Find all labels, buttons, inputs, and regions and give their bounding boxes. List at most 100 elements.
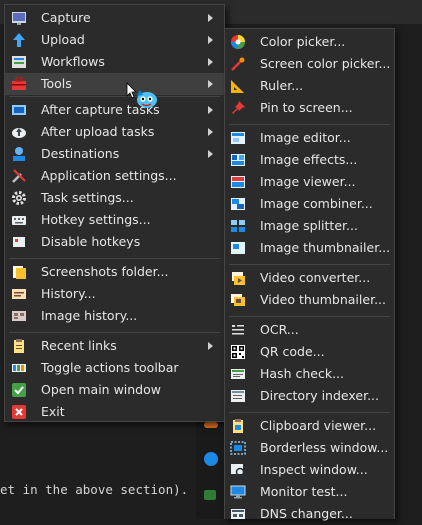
capture-icon [12,12,26,25]
image-history-icon [12,311,26,321]
menu-item-recent-links[interactable]: Recent links [5,335,224,357]
workflows-icon [12,56,26,68]
menu-item-label: Pin to screen... [260,100,353,115]
menu-item-toggle-actions-toolbar[interactable]: Toggle actions toolbar [5,357,224,379]
image-thumbnailer-icon [231,242,245,254]
image-editor-icon [231,132,245,144]
menu-item-ruler[interactable]: Ruler... [225,75,394,97]
menu-item-label: Image splitter... [260,218,358,233]
menu-item-workflows[interactable]: Workflows [5,51,224,73]
video-converter-icon [232,272,245,285]
menu-item-after-capture-tasks[interactable]: After capture tasks [5,99,224,121]
tray-area [196,420,226,519]
menu-item-label: Exit [41,404,65,419]
menu-item-label: Screen color picker... [260,56,391,71]
after-capture-icon [12,105,26,115]
menu-separator [229,124,390,125]
menu-item-label: DNS changer... [260,506,353,521]
folder-icon [13,266,26,279]
nvidia-icon[interactable] [204,490,216,500]
menu-item-upload[interactable]: Upload [5,29,224,51]
menu-item-history[interactable]: History... [5,283,224,305]
menu-item-label: Hotkey settings... [41,212,151,227]
submenu-arrow-icon [208,150,213,158]
menu-item-label: Clipboard viewer... [260,418,377,433]
qr-code-icon [231,345,245,359]
menu-item-capture[interactable]: Capture [5,7,224,29]
checkmark-icon [12,383,26,397]
image-effects-icon [231,154,245,166]
menu-item-pin-to-screen[interactable]: Pin to screen... [225,97,394,119]
menu-item-task-settings[interactable]: Task settings... [5,187,224,209]
menu-item-destinations[interactable]: Destinations [5,143,224,165]
menu-item-hash-check[interactable]: Hash check... [225,363,394,385]
menu-item-label: Image viewer... [260,174,356,189]
menu-item-video-thumbnailer[interactable]: Video thumbnailer... [225,289,394,311]
menu-item-color-picker[interactable]: Color picker... [225,31,394,53]
menu-item-video-converter[interactable]: Video converter... [225,267,394,289]
menu-item-label: Task settings... [41,190,134,205]
menu-item-image-effects[interactable]: Image effects... [225,149,394,171]
menu-item-label: Destinations [41,146,120,161]
menu-item-monitor-test[interactable]: Monitor test... [225,481,394,503]
menu-item-label: Monitor test... [260,484,348,499]
clipboard-viewer-icon [233,419,243,433]
menu-item-after-upload-tasks[interactable]: After upload tasks [5,121,224,143]
menu-separator [9,96,220,97]
menu-item-label: Directory indexer... [260,388,380,403]
menu-item-qr-code[interactable]: QR code... [225,341,394,363]
menu-item-exit[interactable]: Exit [5,401,224,423]
menu-item-label: Image thumbnailer... [260,240,391,255]
menu-item-image-thumbnailer[interactable]: Image thumbnailer... [225,237,394,259]
menu-item-image-editor[interactable]: Image editor... [225,127,394,149]
bluetooth-icon[interactable] [204,452,218,466]
video-thumbnailer-icon [231,294,245,306]
menu-item-label: OCR... [260,322,299,337]
menu-separator [229,412,390,413]
menu-item-application-settings[interactable]: Application settings... [5,165,224,187]
menu-item-label: Image editor... [260,130,351,145]
keyboard-icon [12,216,26,225]
tools-submenu: Color picker... Screen color picker... R… [224,28,395,521]
menu-item-tools[interactable]: Tools [5,73,224,95]
toolbar-icon [12,364,26,372]
menu-item-label: Upload [41,32,85,47]
menu-item-image-viewer[interactable]: Image viewer... [225,171,394,193]
menu-item-label: History... [41,286,96,301]
submenu-arrow-icon [208,58,213,66]
menu-item-label: Inspect window... [260,462,368,477]
directory-indexer-icon [231,390,245,402]
menu-item-screen-color-picker[interactable]: Screen color picker... [225,53,394,75]
tray-context-menu: Capture Upload Workflows Tools After cap… [4,4,225,422]
menu-item-label: Video thumbnailer... [260,292,386,307]
menu-item-inspect-window[interactable]: Inspect window... [225,459,394,481]
menu-item-directory-indexer[interactable]: Directory indexer... [225,385,394,407]
menu-separator [229,316,390,317]
gear-icon [12,191,26,205]
submenu-arrow-icon [208,14,213,22]
menu-item-label: Recent links [41,338,117,353]
menu-item-clipboard-viewer[interactable]: Clipboard viewer... [225,415,394,437]
menu-item-screenshots-folder[interactable]: Screenshots folder... [5,261,224,283]
menu-item-label: Borderless window... [260,440,389,455]
menu-item-hotkey-settings[interactable]: Hotkey settings... [5,209,224,231]
mouse-cursor-icon [126,82,157,108]
menu-item-open-main-window[interactable]: Open main window [5,379,224,401]
menu-item-label: Application settings... [41,168,177,183]
disable-hotkeys-icon [13,237,25,247]
menu-item-borderless-window[interactable]: Borderless window... [225,437,394,459]
menu-item-image-history[interactable]: Image history... [5,305,224,327]
ruler-icon [231,80,244,93]
image-splitter-icon [231,220,245,232]
menu-item-image-splitter[interactable]: Image splitter... [225,215,394,237]
menu-item-dns-changer[interactable]: DNS changer... [225,503,394,525]
menu-item-image-combiner[interactable]: Image combiner... [225,193,394,215]
menu-item-label: Disable hotkeys [41,234,141,249]
menu-item-ocr[interactable]: OCR... [225,319,394,341]
menu-item-label: Workflows [41,54,105,69]
submenu-arrow-icon [208,128,213,136]
after-upload-icon [12,128,26,138]
mascot-badge-icon [137,90,157,108]
menu-item-disable-hotkeys[interactable]: Disable hotkeys [5,231,224,253]
eyedropper-icon [231,57,245,71]
